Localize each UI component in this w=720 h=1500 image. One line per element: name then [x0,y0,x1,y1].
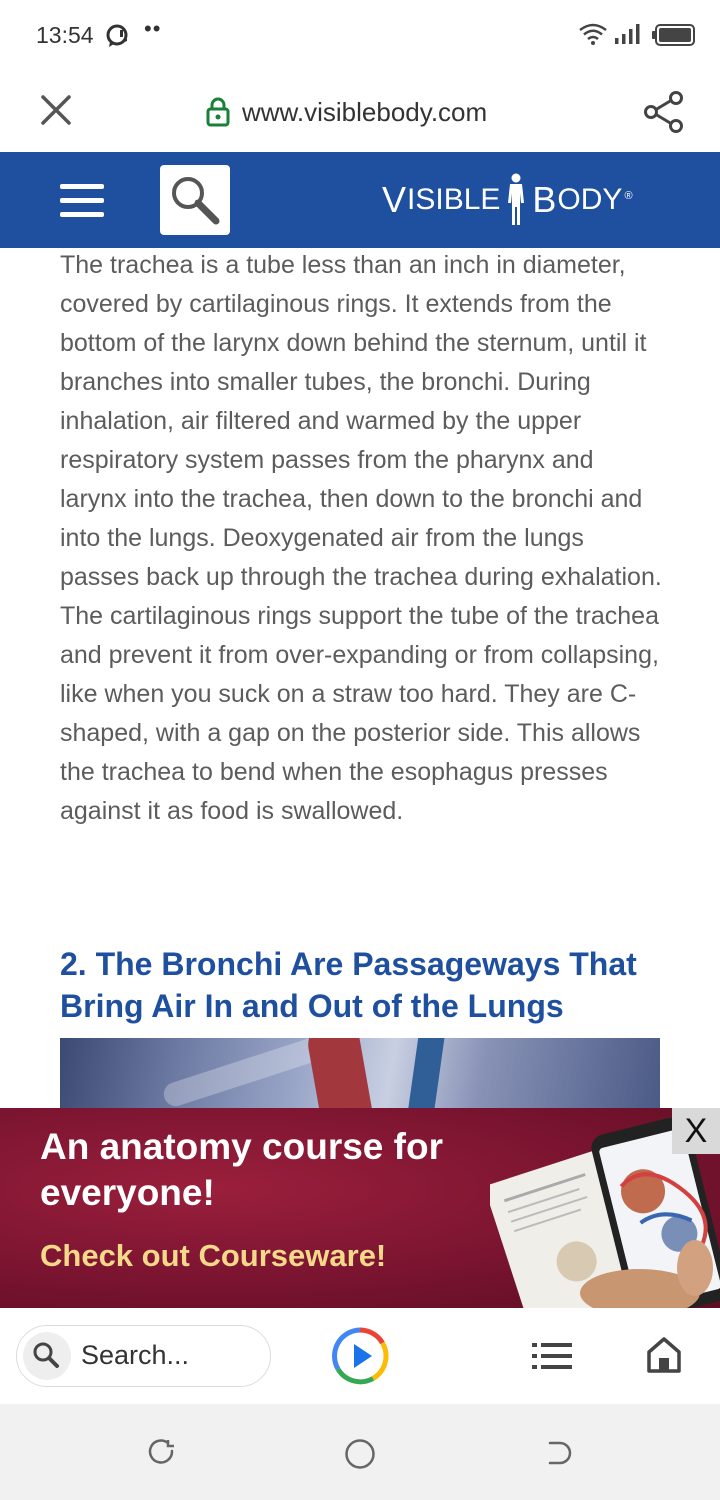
address-bar: www.visiblebody.com [0,72,720,152]
system-nav-bar [0,1404,720,1500]
brand-word-ody: ODY [557,183,623,216]
browser-toolbar: Search... [0,1308,720,1404]
battery-icon [652,24,695,46]
back-icon[interactable] [544,1438,574,1468]
registered-mark: ® [624,190,633,202]
recents-icon[interactable] [146,1438,176,1468]
url-field[interactable]: www.visiblebody.com [206,94,487,130]
status-bar: 13:54 •• [0,0,720,72]
site-search-button[interactable] [160,165,230,235]
search-icon [33,1342,59,1368]
ad-banner[interactable]: An anatomy course for everyone! Check ou… [0,1108,720,1308]
lock-icon [206,97,230,127]
search-icon [172,177,220,225]
share-icon[interactable] [642,90,686,134]
home-circle-icon[interactable] [344,1438,376,1470]
ad-close-button[interactable]: X [672,1108,720,1154]
wifi-icon [579,23,607,45]
toolbar-search-placeholder: Search... [81,1340,190,1370]
menu-bar [60,212,104,217]
article-paragraph: The trachea is a tube less than an inch … [60,251,662,825]
brand-logo[interactable]: V ISIBLE B ODY ® [382,170,633,230]
home-icon[interactable] [646,1336,682,1374]
chat-icon [106,24,128,47]
brand-word-isible: ISIBLE [407,183,501,216]
image-red-vessel [304,1038,378,1108]
bronchi-image [60,1038,660,1108]
url-text: www.visiblebody.com [242,96,488,127]
ad-headline: An anatomy course for everyone! [40,1126,443,1213]
menu-bar [60,184,104,189]
signal-icon [615,24,640,44]
section-heading: 2. The Bronchi Are Passageways That Brin… [60,946,637,1024]
list-icon[interactable] [532,1341,572,1371]
status-time: 13:54 [36,22,94,48]
menu-bar [60,198,104,203]
menu-icon[interactable] [60,184,104,218]
image-blue-vessel [403,1038,447,1108]
toolbar-search-bar[interactable]: Search... [16,1325,271,1387]
close-icon[interactable] [38,92,74,128]
ad-cta[interactable]: Check out Courseware! [40,1238,386,1274]
status-dots: •• [144,16,162,41]
play-icon[interactable] [330,1326,390,1386]
brand-letter-v: V [382,179,408,220]
toolbar-search-icon-wrap [23,1332,71,1380]
site-header: V ISIBLE B ODY ® [0,152,720,248]
brand-letter-b: B [532,179,558,220]
human-figure-icon [508,173,525,225]
